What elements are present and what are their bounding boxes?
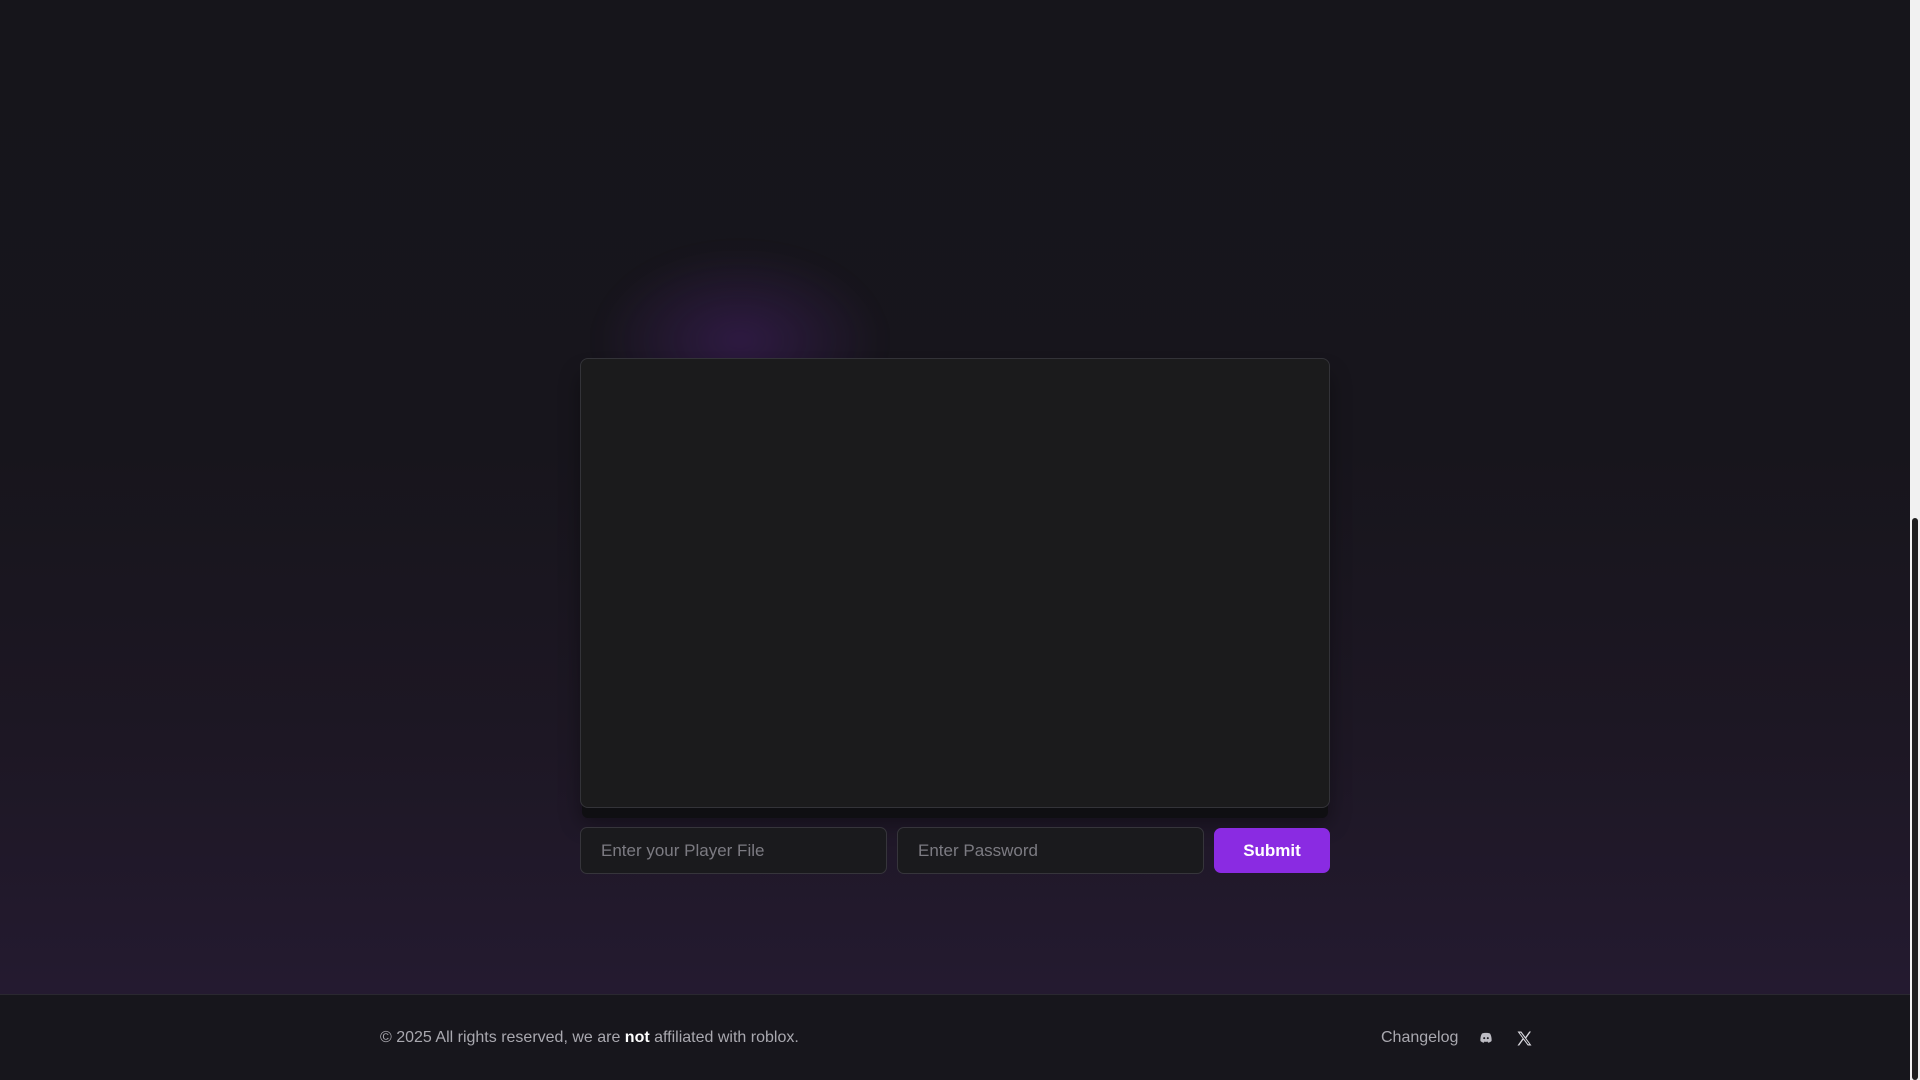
copyright-prefix: © 2025 All rights reserved, we are bbox=[380, 1029, 625, 1046]
footer: © 2025 All rights reserved, we are not a… bbox=[0, 994, 1910, 1080]
x-twitter-icon-glyph bbox=[1517, 1031, 1532, 1045]
page: Submit © 2025 All rights reserved, we ar… bbox=[0, 0, 1910, 1080]
footer-links: Changelog bbox=[1381, 1025, 1534, 1051]
main-area: Submit bbox=[0, 0, 1910, 994]
x-twitter-icon[interactable] bbox=[1514, 1028, 1534, 1048]
page-scrollbar[interactable] bbox=[1910, 0, 1920, 1080]
password-input[interactable] bbox=[897, 827, 1204, 874]
copyright-text: © 2025 All rights reserved, we are not a… bbox=[380, 1029, 799, 1047]
login-form: Submit bbox=[580, 827, 1330, 874]
copyright-suffix: affiliated with roblox. bbox=[649, 1029, 799, 1046]
submit-button[interactable]: Submit bbox=[1214, 828, 1330, 873]
discord-icon-glyph bbox=[1480, 1032, 1493, 1043]
player-preview-panel bbox=[580, 358, 1330, 808]
player-file-input[interactable] bbox=[580, 827, 887, 874]
copyright-emphasis: not bbox=[624, 1029, 650, 1046]
scrollbar-thumb[interactable] bbox=[1912, 518, 1918, 1080]
changelog-link[interactable]: Changelog bbox=[1381, 1029, 1458, 1047]
discord-icon[interactable] bbox=[1476, 1028, 1496, 1048]
